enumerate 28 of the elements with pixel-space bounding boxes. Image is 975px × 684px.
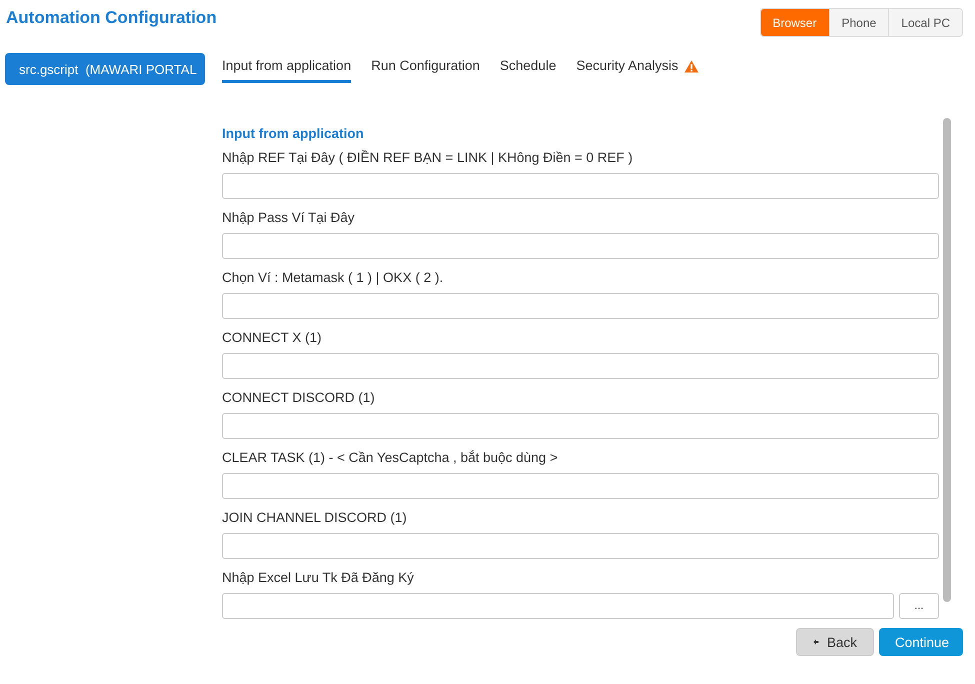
- field-label: Nhập REF Tại Đây ( ĐIỀN REF BẠN = LINK | KHông Điền = 0 REF ): [222, 150, 634, 165]
- field-label: Nhập Excel Lưu Tk Đã Đăng Ký: [222, 570, 415, 585]
- input-field[interactable]: [222, 533, 939, 559]
- section-title: Input from application: [222, 126, 365, 141]
- input-field[interactable]: [222, 473, 939, 499]
- input-field[interactable]: [222, 413, 939, 439]
- tab[interactable]: Security Analysis: [576, 53, 678, 83]
- field-label: Nhập Pass Ví Tại Đây: [222, 210, 356, 225]
- mode-button[interactable]: Phone: [828, 9, 888, 36]
- input-field[interactable]: [222, 233, 939, 259]
- script-button[interactable]: src.gscript (MAWARI PORTAL: [5, 53, 205, 85]
- page-title: Automation Configuration: [6, 8, 217, 28]
- input-field[interactable]: [222, 173, 939, 199]
- field-label: JOIN CHANNEL DISCORD (1): [222, 510, 408, 525]
- tab[interactable]: Schedule: [500, 53, 556, 83]
- scrollbar[interactable]: [943, 118, 951, 602]
- field-label: CONNECT DISCORD (1): [222, 390, 376, 405]
- tab[interactable]: Run Configuration: [371, 53, 480, 83]
- field-label: CLEAR TASK (1) - < Cần YesCaptcha , bắt buộc dùng >: [222, 450, 559, 465]
- input-field[interactable]: [222, 293, 939, 319]
- mode-button[interactable]: Local PC: [888, 9, 962, 36]
- field-label: CONNECT X (1): [222, 330, 323, 345]
- back-button[interactable]: Back: [796, 628, 874, 656]
- tab[interactable]: Input from application: [222, 53, 352, 83]
- input-field[interactable]: [222, 593, 894, 619]
- field-label: Chọn Ví : Metamask ( 1 ) | OKX ( 2 ).: [222, 270, 444, 285]
- browse-button[interactable]: ...: [899, 593, 939, 619]
- input-field[interactable]: [222, 353, 939, 379]
